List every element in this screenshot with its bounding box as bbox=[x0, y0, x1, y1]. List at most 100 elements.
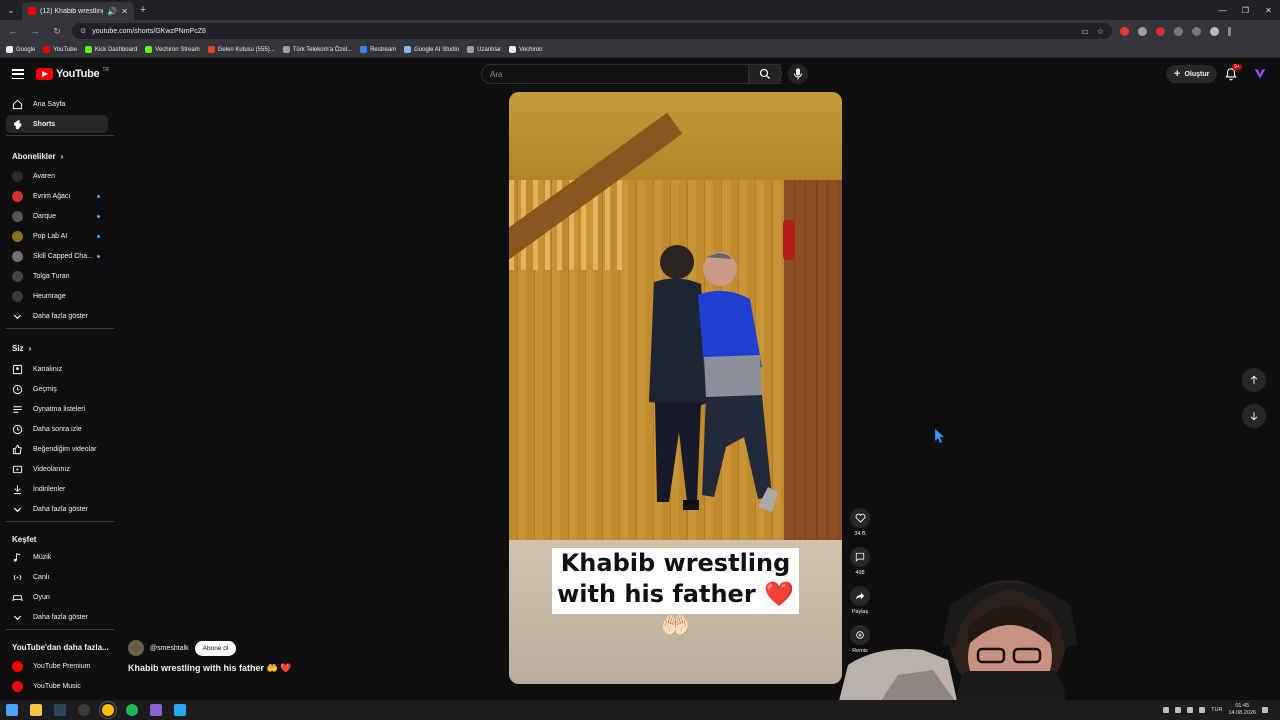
extension-icon[interactable] bbox=[1120, 26, 1129, 36]
file-explorer-icon[interactable] bbox=[30, 704, 42, 716]
sidebar-subscription[interactable]: Skill Capped Cha... bbox=[6, 247, 108, 265]
sidebar-item-label: YouTube Music bbox=[33, 682, 81, 690]
bookmark-item[interactable]: Vechiron Stream bbox=[145, 46, 200, 53]
tab-close-icon[interactable]: ✕ bbox=[121, 7, 128, 16]
bookmark-item[interactable]: Türk Telekom'a Özel... bbox=[282, 46, 352, 53]
sidebar-item-shorts[interactable]: Shorts bbox=[6, 115, 108, 133]
chrome-icon[interactable] bbox=[99, 701, 117, 719]
create-button[interactable]: + Oluştur bbox=[1166, 65, 1218, 83]
browser-tab-active[interactable]: (12) Khabib wrestling with his 🔊 ✕ bbox=[22, 2, 134, 20]
close-window-button[interactable]: ✕ bbox=[1257, 0, 1280, 20]
subscribe-button[interactable]: Abone ol bbox=[194, 640, 237, 656]
bookmark-item[interactable]: Gelen Kutusu (555)... bbox=[207, 46, 275, 53]
clock[interactable]: 01:45 14.08.2026 bbox=[1228, 703, 1256, 717]
subscriptions-show-more[interactable]: Daha fazla göster bbox=[6, 307, 108, 325]
menu-icon[interactable] bbox=[12, 69, 24, 79]
you-show-more[interactable]: Daha fazla göster bbox=[6, 500, 108, 518]
sidebar-item-you[interactable]: Geçmiş bbox=[6, 380, 108, 398]
tray-arrow-icon[interactable] bbox=[1163, 707, 1170, 713]
extension-icon[interactable] bbox=[1156, 26, 1165, 36]
you-heading[interactable]: Siz › bbox=[12, 344, 31, 353]
profile-icon[interactable] bbox=[1210, 26, 1219, 36]
comment-action[interactable]: 498 bbox=[848, 547, 872, 576]
notification-center-icon[interactable] bbox=[1262, 707, 1268, 713]
app-icon[interactable] bbox=[150, 704, 162, 716]
url-input[interactable]: ⚙ youtube.com/shorts/GKwzPNmPcZ8 ▭ ☆ bbox=[72, 23, 1112, 39]
sidebar-item-you[interactable]: Beğendiğim videolar bbox=[6, 440, 108, 458]
sidebar-subscription[interactable]: Evrim Ağacı bbox=[6, 187, 108, 205]
sidebar-item-label: Videolarınız bbox=[33, 465, 70, 473]
explore-heading[interactable]: Keşfet bbox=[12, 535, 36, 544]
bookmark-star-icon[interactable]: ☆ bbox=[1097, 27, 1104, 36]
sidebar-item-explore[interactable]: Oyun bbox=[6, 588, 108, 606]
sidebar-item-more[interactable]: YouTube Premium bbox=[6, 657, 108, 675]
maximize-button[interactable]: ❐ bbox=[1234, 0, 1257, 20]
sidebar-divider bbox=[6, 521, 114, 522]
sidebar-item-you[interactable]: Daha sonra izle bbox=[6, 420, 108, 438]
bookmark-item[interactable]: Uzantılar bbox=[467, 46, 501, 53]
arrow-down-icon bbox=[1250, 412, 1258, 421]
sidebar-item-more[interactable]: YouTube Music bbox=[6, 677, 108, 695]
short-video-player[interactable]: Khabib wrestling with his father ❤️🤲🏻 bbox=[509, 92, 842, 684]
sidebar-item-home[interactable]: Ana Sayfa bbox=[6, 95, 108, 113]
previous-short-button[interactable] bbox=[1242, 368, 1266, 392]
more-from-youtube-heading[interactable]: YouTube'dan daha fazla... bbox=[12, 643, 109, 652]
forward-button[interactable]: → bbox=[28, 26, 42, 36]
menu-dots-icon[interactable] bbox=[1228, 26, 1231, 36]
media-icon[interactable] bbox=[1192, 26, 1201, 36]
chevron-down-icon bbox=[12, 311, 23, 322]
tab-search-icon[interactable]: ⌄ bbox=[0, 0, 22, 20]
extension-icon[interactable] bbox=[1138, 26, 1147, 36]
bookmark-item[interactable]: Google AI Studio bbox=[404, 46, 459, 53]
sidebar-item-you[interactable]: Kanalınız bbox=[6, 360, 108, 378]
sidebar-subscription[interactable]: Tolga Turan bbox=[6, 267, 108, 285]
sidebar-item-explore[interactable]: Canlı bbox=[6, 568, 108, 586]
account-avatar[interactable] bbox=[1253, 67, 1267, 81]
vscode-icon[interactable] bbox=[174, 704, 186, 716]
sidebar-subscription[interactable]: Avaren bbox=[6, 167, 108, 185]
network-icon[interactable] bbox=[1187, 707, 1194, 713]
steam-icon[interactable] bbox=[54, 704, 66, 716]
back-button[interactable]: ← bbox=[6, 26, 20, 36]
explore-show-more[interactable]: Daha fazla göster bbox=[6, 608, 108, 626]
reload-button[interactable]: ↻ bbox=[50, 26, 64, 37]
bookmark-item[interactable]: Restream bbox=[360, 46, 396, 53]
sidebar-item-you[interactable]: Videolarınız bbox=[6, 460, 108, 478]
speaker-icon[interactable]: 🔊 bbox=[107, 7, 117, 16]
windows-start-icon[interactable] bbox=[6, 704, 18, 716]
bookmark-item[interactable]: Google bbox=[6, 46, 35, 53]
language-indicator[interactable]: TUR bbox=[1211, 707, 1222, 713]
minimize-button[interactable]: — bbox=[1211, 0, 1234, 20]
short-title[interactable]: Khabib wrestling with his father 🤲 ❤️ bbox=[128, 663, 291, 674]
youtube-logo[interactable]: YouTube TR bbox=[36, 67, 109, 80]
puzzle-icon[interactable] bbox=[1174, 26, 1183, 36]
search-button[interactable] bbox=[748, 64, 782, 84]
sidebar-item-you[interactable]: Oynatma listeleri bbox=[6, 400, 108, 418]
voice-search-button[interactable] bbox=[788, 64, 808, 84]
channel-name[interactable]: @smeshtalk bbox=[150, 645, 189, 652]
sidebar-subscription[interactable]: Pop Lab AI bbox=[6, 227, 108, 245]
volume-icon[interactable] bbox=[1199, 707, 1206, 713]
sidebar-subscription[interactable]: Heumrage bbox=[6, 287, 108, 305]
sidebar-item-label: Avaren bbox=[33, 172, 56, 180]
bookmark-item[interactable]: YouTube bbox=[43, 46, 77, 53]
like-action[interactable]: 34 B bbox=[848, 508, 872, 537]
obs-icon[interactable] bbox=[78, 704, 90, 716]
install-app-icon[interactable]: ▭ bbox=[1081, 27, 1089, 36]
sidebar-item-you[interactable]: İndirilenler bbox=[6, 480, 108, 498]
chevron-right-icon: › bbox=[60, 152, 64, 161]
subscriptions-heading[interactable]: Abonelikler › bbox=[12, 152, 63, 161]
channel-avatar[interactable] bbox=[128, 640, 144, 656]
spotify-icon[interactable] bbox=[126, 704, 138, 716]
next-short-button[interactable] bbox=[1242, 404, 1266, 428]
sidebar-item-explore[interactable]: Müzik bbox=[6, 548, 108, 566]
bookmark-item[interactable]: Kick Dashboard bbox=[84, 46, 137, 53]
new-content-dot bbox=[97, 254, 100, 258]
site-info-icon[interactable]: ⚙ bbox=[80, 27, 86, 35]
search-input[interactable]: Ara bbox=[481, 64, 781, 84]
tray-app-icon[interactable] bbox=[1175, 707, 1182, 713]
bookmark-item[interactable]: Vechiron bbox=[509, 46, 543, 53]
heart-icon bbox=[855, 513, 865, 523]
new-tab-button[interactable]: + bbox=[134, 4, 152, 16]
sidebar-subscription[interactable]: Darque bbox=[6, 207, 108, 225]
